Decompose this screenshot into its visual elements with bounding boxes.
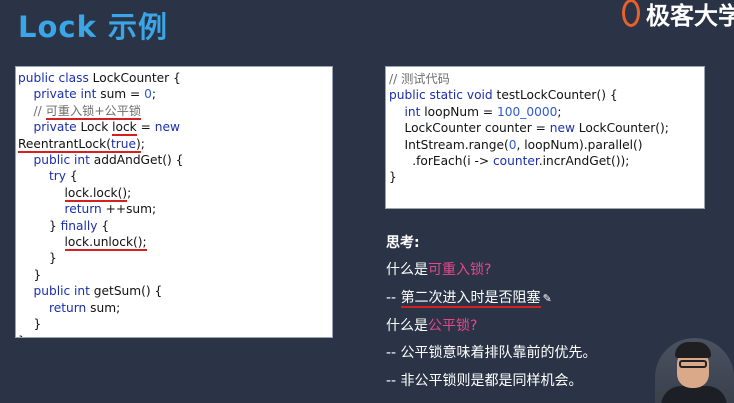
answer-fair: -- 公平锁意味着排队靠前的优先。 (386, 345, 597, 361)
brand-name: 极客大学 (646, 1, 734, 30)
geek-logo-icon (622, 0, 640, 27)
page-title: Lock 示例 (18, 10, 168, 44)
code-line: return ++sum; (64, 202, 157, 217)
lock-counter-code-block: public class LockCounter { private int s… (15, 66, 333, 338)
code-line: public int addAndGet() { (33, 153, 184, 168)
answer-unfair: -- 非公平锁则是都是同样机会。 (386, 373, 583, 389)
answer-reentrant-text: 第二次进入时是否阻塞 (400, 290, 541, 308)
code-line: lock.unlock(); (64, 235, 147, 252)
code-line: LockCounter counter = new LockCounter(); (389, 121, 669, 136)
code-line: .forEach(i -> counter.incrAndGet()); (389, 154, 630, 169)
code-line: try { (49, 169, 78, 184)
code-line: public int getSum() { (33, 284, 163, 299)
code-line: int loopNum = 100_0000; (404, 104, 562, 119)
code-line: } (18, 317, 42, 332)
code-comment: // 可重入锁+公平锁 (18, 103, 142, 120)
answer-reentrant: -- 第二次进入时是否阻塞 ✎ (386, 290, 552, 308)
code-line: return sum; (49, 300, 121, 315)
code-line: } (18, 333, 332, 338)
think-heading: 思考: (386, 235, 420, 251)
question-reentrant: 什么是可重入锁? (386, 262, 492, 278)
code-line: } finally { (18, 218, 110, 233)
code-line: } (18, 251, 57, 266)
code-line: public class LockCounter { (18, 71, 181, 85)
question-fair: 什么是公平锁? (386, 318, 478, 334)
presenter-video (655, 338, 734, 403)
code-line: private int sum = 0; (33, 87, 157, 102)
code-listing: public class LockCounter { private int s… (18, 70, 332, 338)
code-line: IntStream.range(0, loopNum).parallel() (389, 137, 643, 152)
term-fair-lock: 公平锁? (428, 318, 478, 334)
test-code-block: // 测试代码 public static void testLockCounte… (385, 66, 705, 209)
code-line: ReentrantLock(true); (18, 136, 145, 153)
code-line: private Lock lock = new (33, 120, 180, 137)
code-line: } (389, 170, 397, 185)
pen-icon: ✎ (542, 292, 552, 305)
brand-logo: 极客大学 (622, 0, 734, 30)
code-line: public static void testLockCounter() { (389, 88, 618, 103)
code-listing: // 测试代码 public static void testLockCounte… (389, 71, 704, 186)
code-comment: // 测试代码 (389, 72, 450, 86)
code-line: lock.lock(); (64, 185, 132, 202)
term-reentrant-lock: 可重入锁? (428, 262, 492, 278)
code-line: } (18, 267, 42, 282)
